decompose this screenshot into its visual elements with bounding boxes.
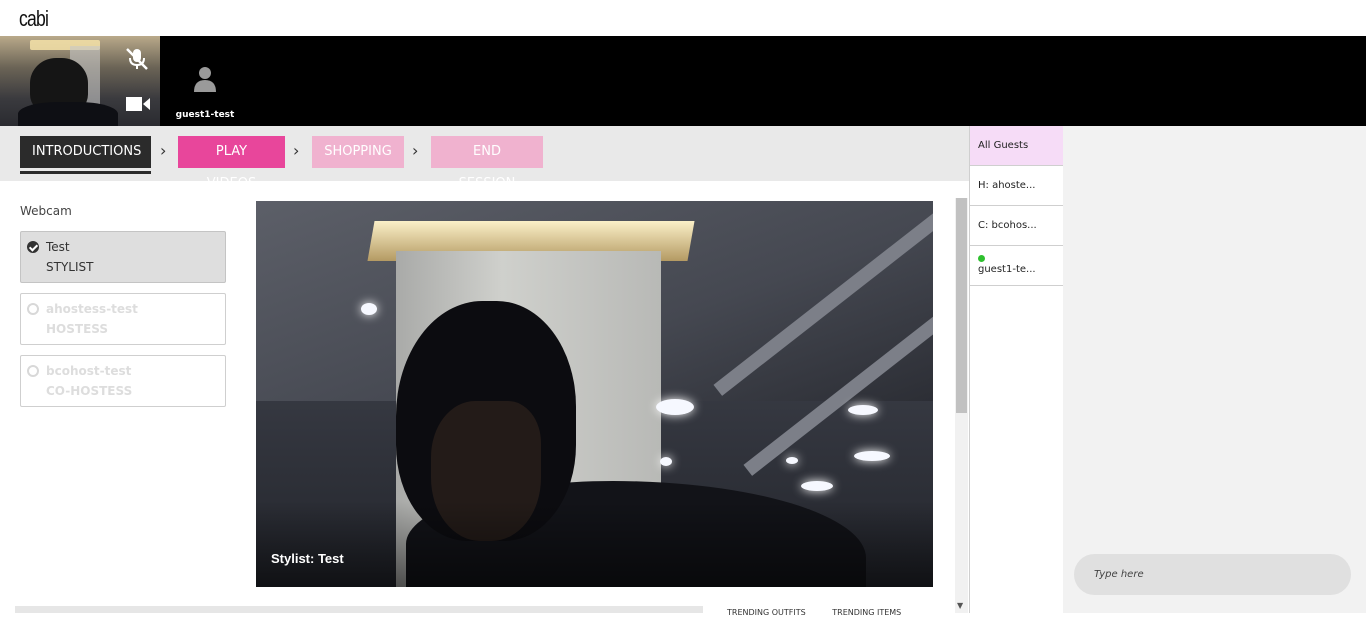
bottom-content-strip bbox=[15, 606, 703, 613]
guest-list-item-guest[interactable]: guest1-te... bbox=[970, 246, 1063, 286]
guest-list-item-all[interactable]: All Guests bbox=[970, 126, 1063, 166]
webcam-option-name: bcohost-test bbox=[46, 364, 132, 378]
video-lamp bbox=[656, 399, 694, 415]
scroll-down-arrow-icon[interactable]: ▼ bbox=[957, 601, 963, 610]
scrollbar-thumb[interactable] bbox=[956, 198, 967, 413]
main-scrollbar[interactable]: ▼ bbox=[955, 198, 968, 613]
webcam-label: Webcam bbox=[20, 204, 72, 218]
guest-list-label: C: bcohos... bbox=[978, 220, 1037, 231]
video-caption-shade bbox=[256, 501, 933, 587]
chevron-right-icon: › bbox=[412, 141, 419, 160]
guest-list-item-co-hostess[interactable]: C: bcohos... bbox=[970, 206, 1063, 246]
webcam-option-name: Test bbox=[46, 240, 70, 254]
video-lamp bbox=[848, 405, 878, 415]
main-panel: INTRODUCTIONS › PLAY VIDEOS › SHOPPING ›… bbox=[0, 126, 970, 617]
main-video-feed[interactable]: Stylist: Test bbox=[256, 201, 933, 587]
video-lamp bbox=[854, 451, 890, 461]
user-icon bbox=[194, 67, 216, 92]
webcam-option-stylist[interactable]: Test STYLIST bbox=[20, 231, 226, 283]
chevron-right-icon: › bbox=[160, 141, 167, 160]
guest-list-label: guest1-te... bbox=[978, 264, 1036, 275]
video-lamp bbox=[660, 457, 672, 466]
online-status-icon bbox=[978, 255, 985, 262]
step-play-videos[interactable]: PLAY VIDEOS bbox=[178, 136, 285, 191]
video-caption: Stylist: Test bbox=[271, 551, 344, 566]
webcam-option-role: CO-HOSTESS bbox=[46, 384, 133, 398]
brand-bar: cabi bbox=[0, 0, 1366, 36]
active-step-underline bbox=[20, 171, 151, 174]
guest-list-label: All Guests bbox=[978, 140, 1029, 151]
radio-circle-icon bbox=[27, 303, 39, 315]
video-lamp bbox=[786, 457, 798, 464]
self-video-thumbnail[interactable] bbox=[0, 36, 160, 126]
guests-panel: All Guests H: ahoste... C: bcohos... gue… bbox=[970, 126, 1063, 613]
chat-panel bbox=[1063, 126, 1366, 613]
radio-circle-icon bbox=[27, 365, 39, 377]
chevron-right-icon: › bbox=[293, 141, 300, 160]
webcam-option-co-hostess[interactable]: bcohost-test CO-HOSTESS bbox=[20, 355, 226, 407]
mic-muted-icon[interactable] bbox=[124, 46, 150, 72]
guest-tile-name: guest1-test bbox=[175, 110, 235, 120]
webcam-option-name: ahostess-test bbox=[46, 302, 138, 316]
step-end-session[interactable]: END SESSION bbox=[431, 136, 543, 191]
step-shopping[interactable]: SHOPPING bbox=[312, 136, 404, 168]
chat-message-input[interactable] bbox=[1074, 554, 1351, 595]
webcam-option-role: HOSTESS bbox=[46, 322, 109, 336]
thumb-person-body bbox=[18, 102, 118, 126]
guest-list-label: H: ahoste... bbox=[978, 180, 1036, 191]
webcam-option-hostess[interactable]: ahostess-test HOSTESS bbox=[20, 293, 226, 345]
cabi-logo[interactable]: cabi bbox=[19, 6, 49, 32]
check-circle-icon bbox=[27, 241, 39, 253]
guest-list-item-hostess[interactable]: H: ahoste... bbox=[970, 166, 1063, 206]
webcam-option-role: STYLIST bbox=[46, 260, 94, 274]
video-camera-icon[interactable] bbox=[126, 96, 150, 112]
session-steps-bar: INTRODUCTIONS › PLAY VIDEOS › SHOPPING ›… bbox=[0, 126, 970, 191]
guest-video-tile[interactable]: guest1-test bbox=[160, 36, 250, 126]
video-lamp bbox=[801, 481, 833, 491]
step-introductions[interactable]: INTRODUCTIONS bbox=[20, 136, 151, 168]
video-strip: guest1-test bbox=[0, 36, 1366, 126]
video-lamp bbox=[361, 303, 377, 315]
